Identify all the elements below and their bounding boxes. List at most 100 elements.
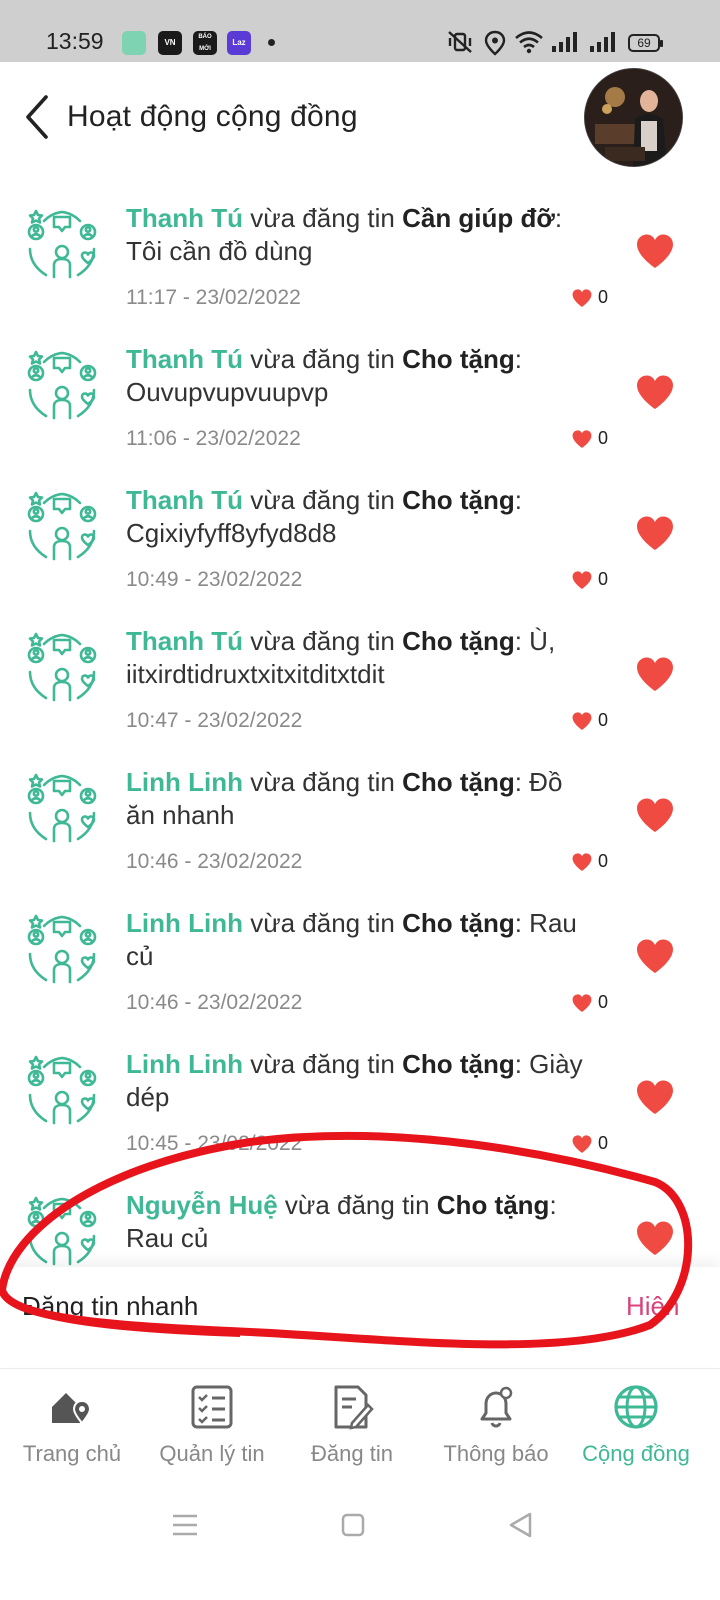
feed-item-time: 10:47 - 23/02/2022 — [126, 709, 303, 732]
feed-item-posted: vừa đăng tin — [250, 767, 395, 797]
community-icon — [27, 1055, 97, 1125]
app-header: Hoạt động cộng đồng — [0, 62, 720, 177]
nav-item-manage[interactable]: Quản lý tin — [140, 1369, 284, 1481]
quick-post-title: Đăng tin nhanh — [22, 1291, 199, 1321]
home-square-icon[interactable] — [340, 1512, 366, 1538]
nav-item-home[interactable]: Trang chủ — [0, 1369, 144, 1481]
nav-label-notify: Thông báo — [443, 1441, 549, 1466]
quick-post-show-button[interactable]: Hiện — [626, 1291, 679, 1322]
like-count-heart-icon — [572, 571, 592, 589]
feed-item-posted: vừa đăng tin — [250, 1049, 395, 1079]
feed-item-category: Cho tặng — [402, 908, 515, 938]
bottom-navigation: Trang chủ Quản lý tin Đăng tin Thông báo — [0, 1368, 720, 1480]
feed-item-category: Cho tặng — [436, 1190, 550, 1220]
battery-icon: 69 — [628, 34, 663, 52]
app-1-icon — [122, 31, 146, 55]
like-heart-icon[interactable] — [634, 937, 676, 975]
menu-icon[interactable] — [170, 1512, 200, 1538]
feed-item-category: Cho tặng — [402, 344, 515, 374]
feed-item-user[interactable]: Linh Linh — [126, 908, 243, 938]
vibrate-off-icon — [448, 31, 472, 53]
location-icon — [484, 30, 506, 56]
notification-dot-icon — [268, 39, 275, 46]
feed-item-category: Cho tặng — [402, 485, 515, 515]
status-bar: 13:59 VN BÁO MỚI Laz 69 — [0, 0, 720, 62]
feed-item-text: Linh Linh vừa đăng tin Cho tặng: Giày dé… — [126, 1048, 596, 1114]
like-count-heart-icon — [572, 430, 592, 448]
nav-item-notify[interactable]: Thông báo — [424, 1369, 568, 1481]
like-heart-icon[interactable] — [634, 655, 676, 693]
feed-item[interactable]: Linh Linh vừa đăng tin Cho tặng: Giày dé… — [0, 1028, 720, 1169]
community-icon — [27, 1196, 97, 1266]
checklist-icon — [191, 1385, 233, 1429]
feed-item-user[interactable]: Nguyễn Huệ — [126, 1190, 278, 1220]
avatar-photo-icon — [585, 69, 682, 166]
feed-item-time: 11:17 - 23/02/2022 — [126, 286, 301, 309]
like-heart-icon[interactable] — [634, 514, 676, 552]
feed-item-posted: vừa đăng tin — [250, 485, 395, 515]
like-count-heart-icon — [572, 712, 592, 730]
feed-item-text: Thanh Tú vừa đăng tin Cho tặng: Ouvupvup… — [126, 343, 596, 409]
like-count: 0 — [598, 287, 609, 307]
feed-item-category: Cho tặng — [402, 626, 515, 656]
feed-item-posted: vừa đăng tin — [250, 344, 395, 374]
feed-item-user[interactable]: Linh Linh — [126, 1049, 243, 1079]
like-heart-icon[interactable] — [634, 1078, 676, 1116]
feed-item-user[interactable]: Linh Linh — [126, 767, 243, 797]
activity-feed[interactable]: Thanh Tú vừa đăng tin Cần giúp đỡ: Tôi c… — [0, 182, 720, 1268]
nav-item-post[interactable]: Đăng tin — [280, 1369, 424, 1481]
like-heart-icon[interactable] — [634, 232, 676, 270]
feed-item-text: Nguyễn Huệ vừa đăng tin Cho tặng: Rau củ — [126, 1189, 596, 1255]
nav-label-manage: Quản lý tin — [159, 1441, 265, 1466]
feed-item-text: Linh Linh vừa đăng tin Cho tặng: Đồ ăn n… — [126, 766, 596, 832]
like-heart-icon[interactable] — [634, 373, 676, 411]
wifi-icon — [515, 31, 543, 54]
feed-item[interactable]: Thanh Tú vừa đăng tin Cần giúp đỡ: Tôi c… — [0, 182, 720, 323]
avatar[interactable] — [584, 68, 683, 167]
feed-item[interactable]: Linh Linh vừa đăng tin Cho tặng: Rau củ … — [0, 887, 720, 1028]
feed-item-posted: vừa đăng tin — [250, 626, 395, 656]
feed-item[interactable]: Nguyễn Huệ vừa đăng tin Cho tặng: Rau củ — [0, 1169, 720, 1268]
feed-item[interactable]: Thanh Tú vừa đăng tin Cho tặng: Cgixiyfy… — [0, 464, 720, 605]
feed-item-text: Thanh Tú vừa đăng tin Cho tặng: Cgixiyfy… — [126, 484, 596, 550]
signal-2-icon — [590, 32, 615, 52]
back-arrow-icon[interactable] — [20, 92, 56, 142]
feed-item-posted: vừa đăng tin — [250, 908, 395, 938]
vn-app-icon: VN — [158, 31, 182, 55]
status-time: 13:59 — [46, 28, 104, 54]
feed-item-category: Cần giúp đỡ — [402, 203, 555, 233]
nav-label-community: Cộng đồng — [582, 1441, 690, 1466]
quick-post-bar: Đăng tin nhanh Hiện — [0, 1267, 720, 1367]
feed-item[interactable]: Thanh Tú vừa đăng tin Cho tặng: Ouvupvup… — [0, 323, 720, 464]
nav-item-community[interactable]: Cộng đồng — [564, 1369, 708, 1481]
feed-item-user[interactable]: Thanh Tú — [126, 344, 243, 374]
feed-item[interactable]: Thanh Tú vừa đăng tin Cho tặng: Ù, iitxi… — [0, 605, 720, 746]
nav-label-home: Trang chủ — [22, 1441, 122, 1466]
like-heart-icon[interactable] — [634, 796, 676, 834]
feed-item-user[interactable]: Thanh Tú — [126, 203, 243, 233]
feed-item-category: Cho tặng — [402, 1049, 515, 1079]
bao-moi-icon: BÁO MỚI — [193, 31, 217, 55]
like-heart-icon[interactable] — [634, 1219, 676, 1257]
community-icon — [27, 209, 97, 279]
like-count: 0 — [598, 851, 609, 871]
feed-item-text: Thanh Tú vừa đăng tin Cho tặng: Ù, iitxi… — [126, 625, 596, 691]
feed-item-user[interactable]: Thanh Tú — [126, 626, 243, 656]
feed-item-user[interactable]: Thanh Tú — [126, 485, 243, 515]
feed-item-posted: vừa đăng tin — [284, 1190, 430, 1220]
feed-item[interactable]: Linh Linh vừa đăng tin Cho tặng: Đồ ăn n… — [0, 746, 720, 887]
feed-item-text: Linh Linh vừa đăng tin Cho tặng: Rau củ — [126, 907, 596, 973]
nav-label-post: Đăng tin — [311, 1441, 393, 1466]
like-count: 0 — [598, 992, 609, 1012]
like-count: 0 — [598, 428, 609, 448]
feed-item-posted: vừa đăng tin — [250, 203, 395, 233]
feed-item-time: 10:45 - 23/02/2022 — [126, 1132, 303, 1155]
like-count: 0 — [598, 710, 609, 730]
like-count-heart-icon — [572, 853, 592, 871]
back-triangle-icon[interactable] — [506, 1510, 536, 1540]
community-icon — [27, 773, 97, 843]
lazada-icon: Laz — [227, 31, 251, 55]
feed-item-time: 10:46 - 23/02/2022 — [126, 991, 303, 1014]
community-icon — [27, 350, 97, 420]
feed-item-time: 10:49 - 23/02/2022 — [126, 568, 303, 591]
